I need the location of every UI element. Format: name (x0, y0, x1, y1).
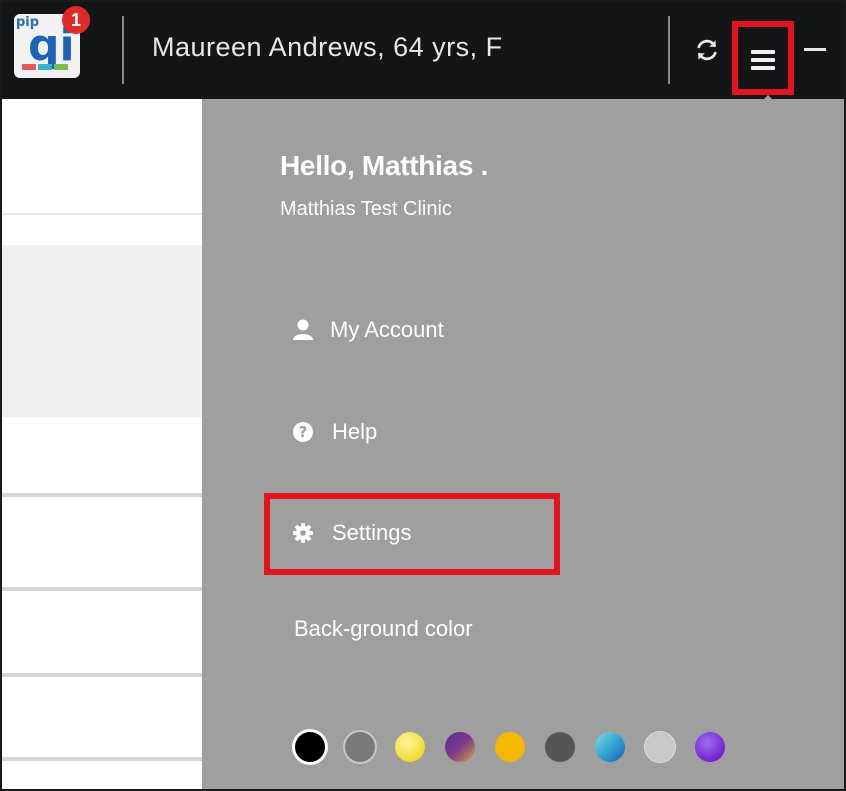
notification-badge[interactable]: 1 (62, 6, 90, 34)
swatch-dark-gray[interactable] (545, 732, 575, 762)
minimize-icon[interactable] (804, 48, 826, 51)
menu-item-help[interactable]: ? Help (272, 404, 377, 460)
logo-bar (54, 64, 68, 70)
patient-label[interactable]: Maureen Andrews, 64 yrs, F (152, 32, 503, 63)
swatch-violet[interactable] (695, 732, 725, 762)
swatch-yellow[interactable] (395, 732, 425, 762)
swatch-light-gray[interactable] (645, 732, 675, 762)
background-section (2, 245, 202, 417)
logo-bar (22, 64, 36, 70)
divider (2, 213, 202, 215)
menu-item-label: Settings (332, 520, 412, 545)
top-bar: pip qi 1 Maureen Andrews, 64 yrs, F (2, 2, 844, 99)
menu-item-label: My Account (330, 317, 444, 342)
menu-item-label: Help (332, 419, 378, 444)
color-swatches (295, 732, 745, 762)
swatch-amber[interactable] (495, 732, 525, 762)
swatch-black[interactable] (295, 732, 325, 762)
question-circle-icon: ? (272, 421, 322, 443)
menu-item-my-account[interactable]: My Account (272, 302, 444, 358)
gear-icon (272, 522, 322, 544)
menu-item-settings[interactable]: Settings (272, 505, 412, 561)
hamburger-menu-button[interactable] (732, 21, 794, 95)
divider (122, 16, 124, 84)
swatch-purple-gold[interactable] (445, 732, 475, 762)
swatch-gray[interactable] (345, 732, 375, 762)
refresh-icon[interactable] (692, 32, 722, 68)
divider (2, 587, 202, 591)
background-color-label: Back-ground color (294, 616, 473, 641)
background-content (2, 99, 202, 789)
menu-caret (762, 95, 774, 101)
logo-bar (38, 64, 52, 70)
svg-text:?: ? (299, 423, 308, 441)
user-icon (272, 319, 322, 341)
clinic-name: Matthias Test Clinic (280, 198, 452, 220)
divider (2, 757, 202, 761)
greeting-text: Hello, Matthias . (280, 150, 489, 181)
hamburger-menu-icon (751, 50, 775, 74)
app-window: pip qi 1 Maureen Andrews, 64 yrs, F Hell… (0, 0, 846, 791)
divider (668, 16, 670, 84)
divider (2, 673, 202, 677)
divider (2, 493, 202, 497)
swatch-teal-blue[interactable] (595, 732, 625, 762)
